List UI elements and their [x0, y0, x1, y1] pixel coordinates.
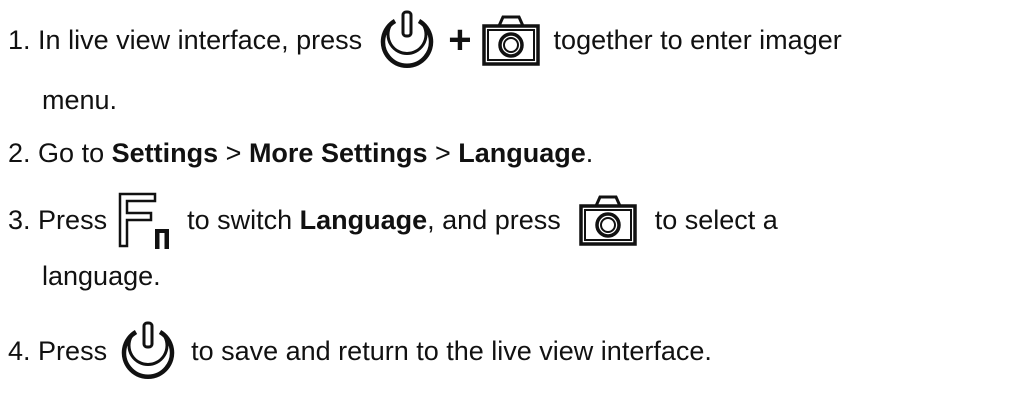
- menu-language: Language: [458, 137, 586, 168]
- plus-sign: +: [448, 17, 472, 62]
- menu-settings: Settings: [111, 137, 219, 168]
- step-4: 4. Press to save and return to the live …: [8, 318, 712, 384]
- option-language: Language: [299, 204, 428, 235]
- power-button-icon: [376, 9, 438, 71]
- step-3-continuation: language.: [42, 260, 161, 291]
- step-1: 1. In live view interface, press + toget…: [8, 8, 842, 72]
- menu-more-settings: More Settings: [248, 137, 428, 168]
- power-button-icon: [117, 320, 179, 382]
- step-3-number: 3.: [8, 204, 31, 235]
- step-2-number: 2.: [8, 137, 31, 168]
- step-1-number: 1.: [8, 24, 31, 55]
- step-1-continuation: menu.: [42, 84, 118, 115]
- step-3: 3. Press to switch Language, and press t…: [8, 188, 778, 252]
- camera-button-icon: [578, 194, 637, 246]
- camera-button-icon: [481, 14, 540, 66]
- step-4-number: 4.: [8, 335, 31, 366]
- fn-button-icon: [117, 191, 173, 249]
- step-1-text-pre: In live view interface, press: [38, 24, 363, 55]
- step-2: 2. Go to Settings > More Settings > Lang…: [8, 137, 594, 168]
- step-1-text-post: together to enter imager: [553, 24, 842, 55]
